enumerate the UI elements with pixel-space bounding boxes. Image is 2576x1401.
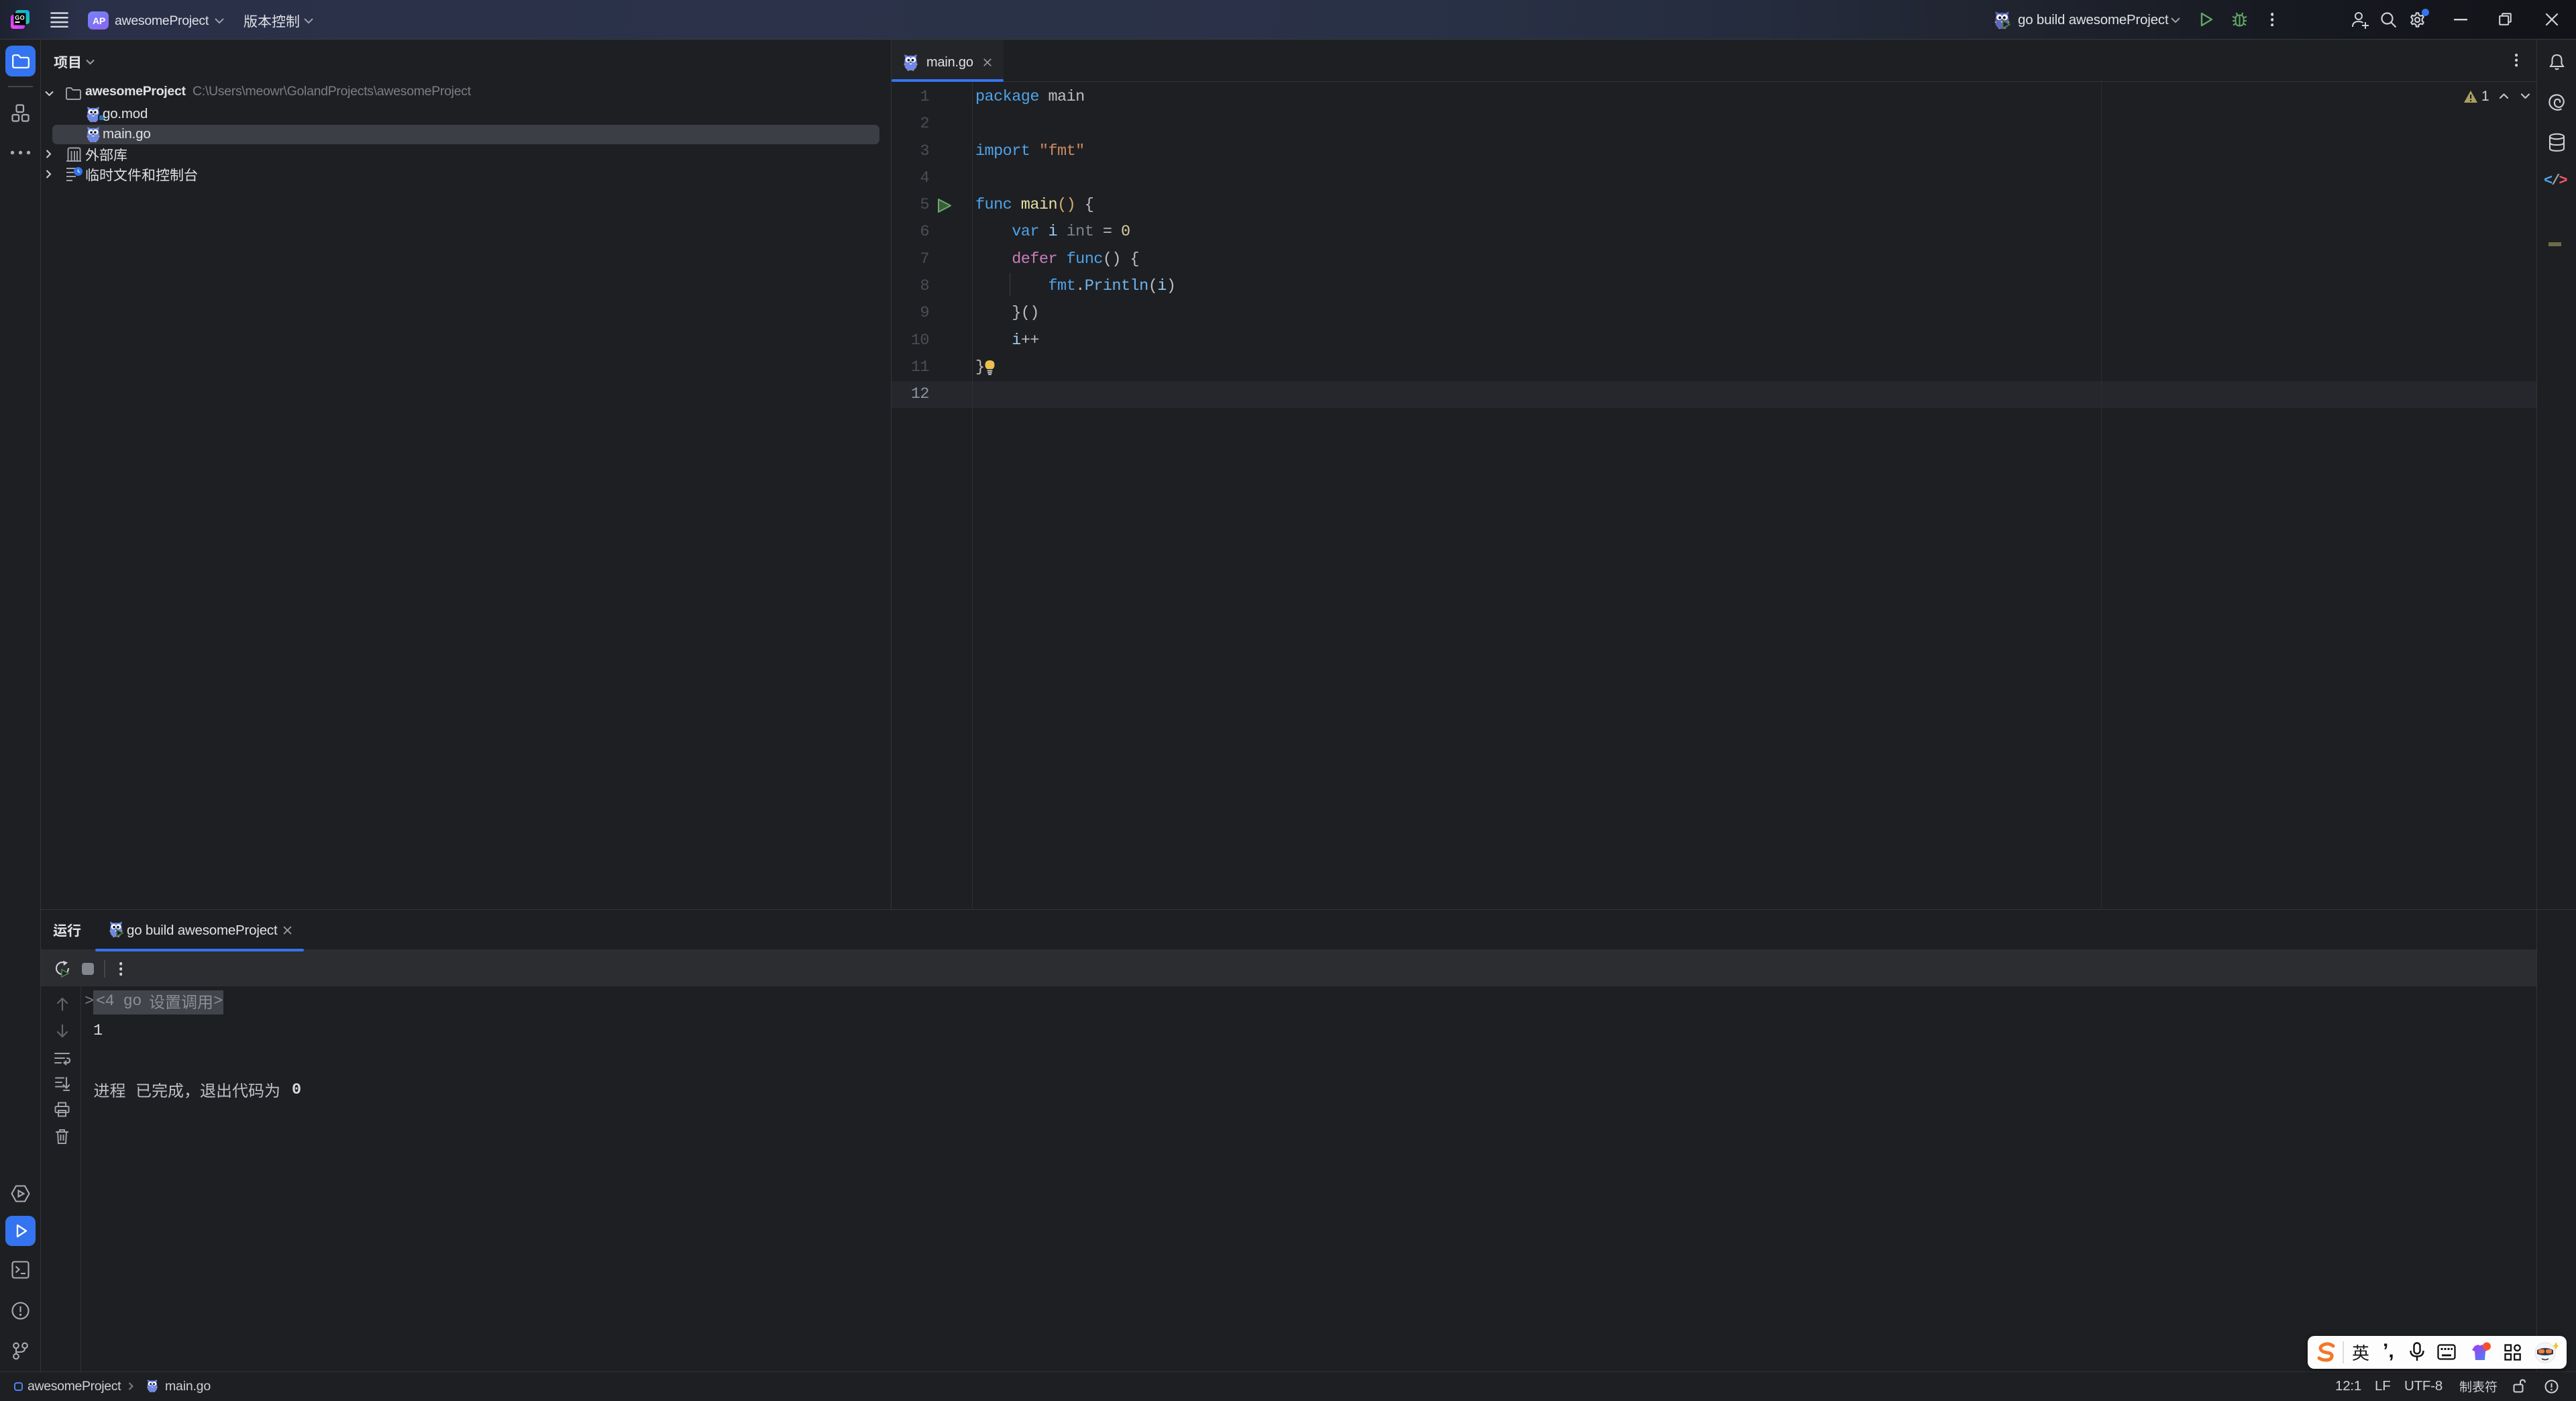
svg-text:GO: GO	[15, 15, 25, 21]
